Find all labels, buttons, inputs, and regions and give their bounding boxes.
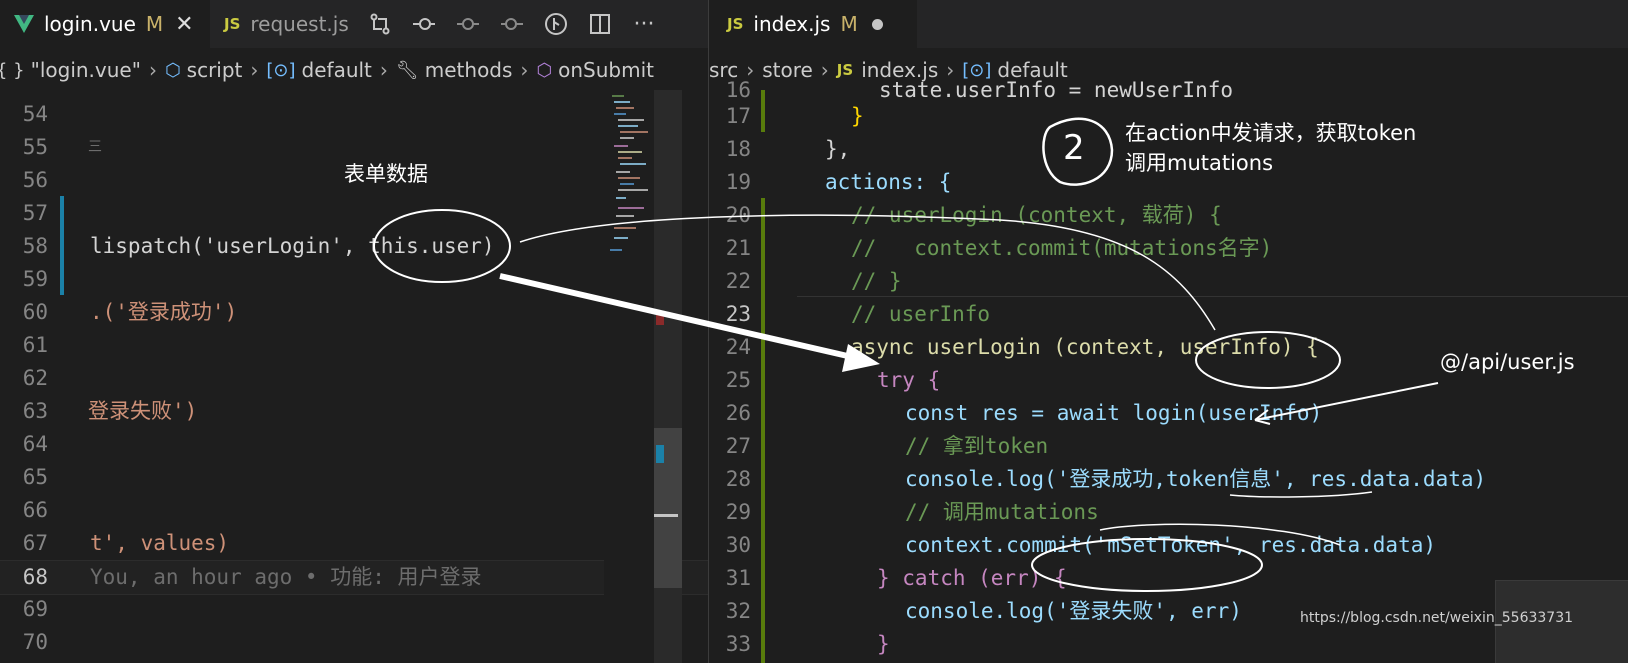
circle-commit <box>1031 538 1263 592</box>
underline-res-data <box>1229 491 1373 498</box>
arrow-head <box>842 344 880 372</box>
connector-line <box>519 214 1216 331</box>
annotation-step-number: 2 <box>1063 128 1085 168</box>
api-arrow <box>1254 382 1439 421</box>
annotation-line2: 调用mutations <box>1125 151 1274 175</box>
annotation-overlay <box>373 117 1439 592</box>
arrow-shaft <box>499 273 866 363</box>
annotation-line1: 在action中发请求，获取token <box>1125 121 1417 145</box>
circle-this-user <box>373 209 511 283</box>
circle-userinfo <box>1195 331 1341 389</box>
watermark: https://blog.csdn.net/weixin_55633731 <box>1300 610 1574 626</box>
annotation-api-path: @/api/user.js <box>1440 350 1575 374</box>
annotation-form-data: 表单数据 <box>344 162 428 186</box>
